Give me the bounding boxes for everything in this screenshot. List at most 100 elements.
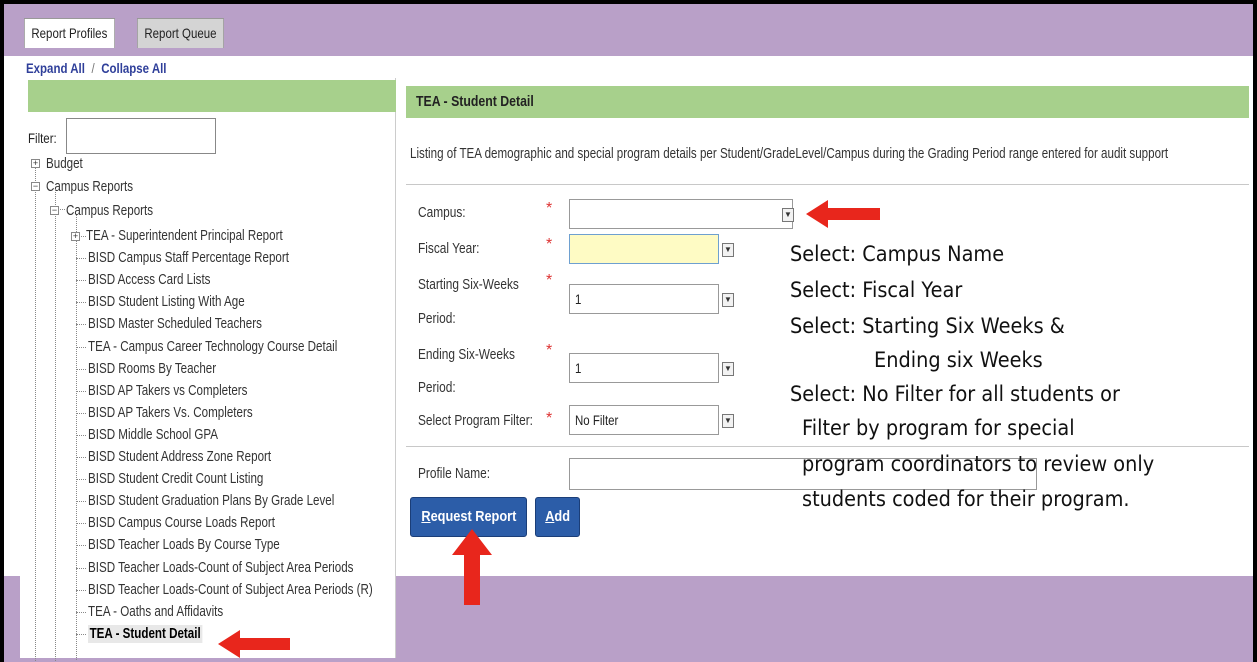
tree-item-report[interactable]: BISD Middle School GPA — [88, 426, 218, 444]
expand-icon[interactable]: + — [31, 159, 40, 168]
chevron-down-icon[interactable]: ▼ — [722, 362, 734, 376]
tree-item-report[interactable]: BISD Access Card Lists — [88, 271, 210, 289]
filter-input[interactable] — [66, 118, 216, 154]
tree-item-report[interactable]: BISD Teacher Loads-Count of Subject Area… — [88, 559, 353, 577]
tree-header-bar — [28, 80, 396, 112]
tree-item-report[interactable]: BISD Student Address Zone Report — [88, 448, 271, 466]
request-report-accesskey: R — [421, 508, 431, 525]
start-period-label-2: Period: — [418, 311, 456, 327]
tree-line — [76, 479, 86, 481]
tree-item-report[interactable]: BISD Teacher Loads-Count of Subject Area… — [88, 581, 373, 599]
fiscal-year-select[interactable]: ▼ — [569, 234, 734, 264]
instruction-line: Select: Fiscal Year — [790, 278, 963, 302]
end-period-label-2: Period: — [418, 380, 456, 396]
tree-line — [76, 390, 86, 392]
campus-select[interactable]: ▼ — [569, 199, 794, 229]
instruction-line: Select: Starting Six Weeks & — [790, 314, 1065, 338]
tree-item-report[interactable]: BISD Teacher Loads By Course Type — [88, 536, 280, 554]
chevron-down-icon[interactable]: ▼ — [782, 208, 794, 222]
tree-item-report[interactable]: BISD Student Listing With Age — [88, 293, 245, 311]
tree-line — [76, 523, 86, 525]
collapse-icon[interactable]: − — [31, 182, 40, 191]
tree-item-report[interactable]: TEA - Superintendent Principal Report — [86, 227, 283, 245]
expand-all-link[interactable]: Expand All — [26, 60, 85, 76]
red-arrow-left-icon — [218, 630, 290, 658]
tree-line — [76, 324, 86, 326]
end-period-label: Ending Six-Weeks — [418, 347, 515, 363]
report-description: Listing of TEA demographic and special p… — [410, 146, 1169, 162]
tree-item-report[interactable]: TEA - Oaths and Affidavits — [88, 603, 223, 621]
tab-bar: Report Profiles Report Queue — [4, 4, 1253, 56]
instruction-line: Select: No Filter for all students or — [790, 382, 1120, 406]
tree-line — [76, 567, 86, 569]
tree-item-report[interactable]: BISD Rooms By Teacher — [88, 360, 216, 378]
chevron-down-icon[interactable]: ▼ — [722, 293, 734, 307]
end-period-select-value: 1 — [575, 360, 582, 376]
instruction-line: program coordinators to review only — [802, 452, 1155, 476]
tree-line — [76, 280, 86, 282]
tree-item-report[interactable]: TEA - Campus Career Technology Course De… — [88, 338, 337, 356]
start-period-select[interactable]: 1 ▼ — [569, 284, 734, 314]
start-period-select-value: 1 — [575, 291, 582, 307]
instruction-line: Ending six Weeks — [874, 348, 1043, 372]
divider — [406, 446, 1249, 447]
collapse-icon[interactable]: − — [50, 206, 59, 215]
add-button[interactable]: Add — [535, 497, 580, 537]
separator: / — [91, 60, 95, 76]
tree-line — [76, 589, 86, 591]
filter-label: Filter: — [28, 130, 57, 146]
report-title: TEA - Student Detail — [416, 93, 534, 110]
program-filter-select-value: No Filter — [575, 412, 619, 428]
add-accesskey: A — [545, 508, 555, 525]
tree-node-campus-reports[interactable]: Campus Reports — [46, 178, 133, 196]
fiscal-year-label: Fiscal Year: — [418, 241, 480, 257]
tree-item-report[interactable]: BISD AP Takers Vs. Completers — [88, 404, 253, 422]
expand-icon[interactable]: + — [71, 232, 80, 241]
profile-name-label: Profile Name: — [418, 466, 491, 482]
required-mark: * — [546, 200, 553, 217]
tab-report-profiles[interactable]: Report Profiles — [24, 18, 115, 48]
tree-line — [76, 501, 86, 503]
required-mark: * — [546, 342, 553, 359]
divider — [406, 184, 1249, 185]
tree-node-budget[interactable]: Budget — [46, 155, 83, 173]
chevron-down-icon[interactable]: ▼ — [722, 243, 734, 257]
program-filter-select[interactable]: No Filter ▼ — [569, 405, 734, 435]
tree-node-campus-reports-sub[interactable]: Campus Reports — [66, 202, 153, 220]
add-label: dd — [554, 508, 570, 525]
instruction-line: students coded for their program. — [802, 487, 1130, 511]
tree-line — [76, 215, 77, 660]
instruction-line: Select: Campus Name — [790, 242, 1005, 266]
tree-item-report[interactable]: TEA - Student Detail — [88, 624, 203, 643]
tree-line — [76, 346, 86, 348]
tab-report-queue[interactable]: Report Queue — [137, 18, 224, 48]
tree-item-report[interactable]: BISD Student Credit Count Listing — [88, 470, 263, 488]
tree-item-report[interactable]: BISD Student Graduation Plans By Grade L… — [88, 492, 334, 510]
red-arrow-up-icon — [452, 529, 492, 605]
red-arrow-left-icon — [806, 200, 880, 228]
end-period-select[interactable]: 1 ▼ — [569, 353, 734, 383]
tree-line — [76, 545, 86, 547]
chevron-down-icon[interactable]: ▼ — [722, 414, 734, 428]
tree-item-report[interactable]: BISD Master Scheduled Teachers — [88, 315, 262, 333]
tree-item-report[interactable]: BISD Campus Course Loads Report — [88, 514, 275, 532]
instruction-line: Filter by program for special — [802, 416, 1075, 440]
required-mark: * — [546, 410, 553, 427]
tree-line — [35, 163, 36, 662]
expand-collapse-bar: Expand All / Collapse All — [26, 60, 167, 76]
tree-line — [76, 457, 86, 458]
tree-line — [76, 633, 86, 635]
program-filter-label: Select Program Filter: — [418, 413, 533, 429]
collapse-all-link[interactable]: Collapse All — [101, 60, 166, 76]
tree-line — [76, 258, 86, 260]
tree-line — [76, 412, 86, 414]
required-mark: * — [546, 236, 553, 253]
tree-line — [76, 611, 86, 613]
tree-item-report[interactable]: BISD Campus Staff Percentage Report — [88, 249, 289, 267]
tree-line — [76, 368, 86, 370]
tree-item-report[interactable]: BISD AP Takers vs Completers — [88, 382, 247, 400]
campus-label: Campus: — [418, 205, 466, 221]
start-period-label: Starting Six-Weeks — [418, 277, 519, 293]
tree-line — [76, 302, 86, 304]
tree-line — [76, 434, 86, 436]
